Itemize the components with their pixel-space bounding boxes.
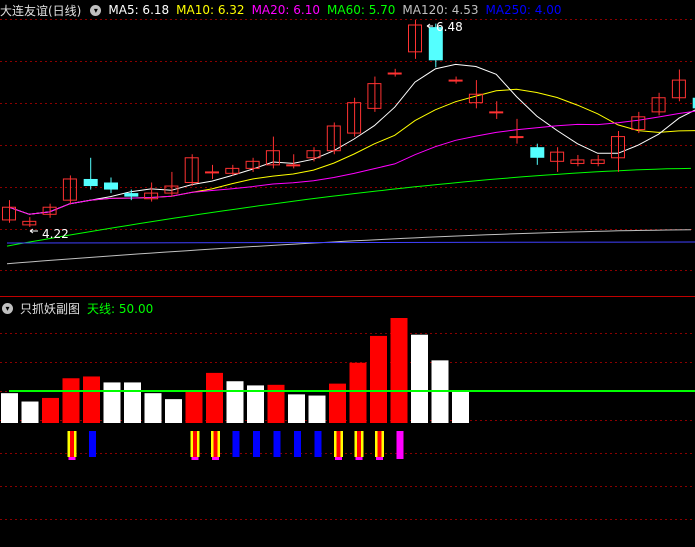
- signal-marker-core: [213, 431, 218, 457]
- signal-marker: [314, 431, 322, 457]
- indicator-bar: [452, 391, 469, 423]
- candle-body: [104, 182, 118, 190]
- indicator-bar: [21, 401, 39, 423]
- candle-body: [489, 111, 504, 114]
- signal-marker-core: [377, 431, 382, 457]
- sub-chart-header: ▾ 只抓妖副图 天线: 50.00: [0, 299, 160, 317]
- ma250-line: [6, 241, 695, 244]
- ma10-label: MA10: 6.32: [176, 3, 245, 17]
- moving-average-lines: [6, 63, 695, 265]
- candle-body: [83, 178, 98, 187]
- indicator-bar: [103, 382, 121, 423]
- indicator-bar: [411, 334, 428, 423]
- ma120-label: MA120: 4.53: [402, 3, 479, 17]
- candle-body: [124, 193, 139, 197]
- indicator-bar: [206, 372, 223, 423]
- ma20-line: [8, 110, 695, 215]
- ma5-line: [8, 63, 695, 215]
- signal-marker-core: [336, 431, 341, 457]
- indicator-bar: [165, 399, 182, 423]
- ma20-label: MA20: 6.10: [251, 3, 320, 17]
- signal-marker-tip: [191, 457, 199, 460]
- ma120-line: [6, 229, 692, 265]
- high-price-label: 6.48: [436, 20, 463, 34]
- indicator-bar: [308, 395, 326, 423]
- signal-marker-core: [357, 431, 361, 457]
- indicator-bar: [390, 318, 408, 423]
- signal-marker-core: [70, 431, 74, 457]
- signal-marker: [253, 431, 260, 457]
- stock-name-label: 大连友谊(日线): [0, 3, 82, 18]
- signal-marker-core: [193, 431, 197, 457]
- kline-chart[interactable]: 6.48 4.22: [0, 0, 695, 547]
- sub-chart-bars: [1, 318, 695, 460]
- ma10-line: [8, 88, 695, 215]
- indicator-bar: [144, 393, 162, 423]
- signal-marker-tip: [355, 457, 363, 460]
- main-chart-header: 大连友谊(日线) ▾ MA5: 6.18 MA10: 6.32 MA20: 6.…: [0, 1, 569, 19]
- indicator-bar: [226, 381, 244, 423]
- ma250-label: MA250: 4.00: [485, 3, 562, 17]
- signal-marker-tip: [212, 457, 219, 460]
- candle-body: [387, 72, 402, 75]
- ma60-line: [6, 167, 692, 247]
- candle-body: [509, 136, 524, 139]
- indicator-bar: [329, 383, 346, 423]
- signal-marker: [273, 431, 281, 457]
- signal-marker-tip: [68, 457, 76, 460]
- indicator-name-label: 只抓妖副图: [20, 301, 81, 316]
- chevron-down-icon[interactable]: ▾: [90, 4, 102, 16]
- ma60-label: MA60: 5.70: [327, 3, 396, 17]
- indicator-bar: [62, 378, 80, 423]
- candle-body: [448, 79, 463, 82]
- signal-marker-tip: [335, 457, 342, 460]
- signal-marker-tip: [376, 457, 383, 460]
- indicator-bar: [288, 394, 305, 423]
- chevron-down-icon[interactable]: ▾: [2, 302, 13, 314]
- signal-marker: [294, 431, 301, 457]
- candle-body: [530, 147, 545, 158]
- signal-marker: [232, 431, 240, 457]
- signal-marker: [89, 431, 96, 457]
- indicator-bar: [42, 397, 59, 423]
- signal-marker: [396, 431, 404, 459]
- candle-body: [205, 171, 219, 174]
- indicator-bar: [349, 362, 367, 423]
- ma5-label: MA5: 6.18: [108, 3, 170, 17]
- indicator-bar: [1, 393, 18, 423]
- indicator-bar: [83, 376, 100, 423]
- indicator-bar: [185, 390, 203, 423]
- candlesticks: [2, 20, 695, 234]
- indicator-bar: [370, 335, 387, 423]
- indicator-bar: [124, 382, 141, 423]
- candle-body: [286, 164, 301, 167]
- grid-lines: [0, 19, 695, 520]
- sky-line-label: 天线: 50.00: [87, 301, 154, 316]
- low-price-label: 4.22: [42, 227, 69, 241]
